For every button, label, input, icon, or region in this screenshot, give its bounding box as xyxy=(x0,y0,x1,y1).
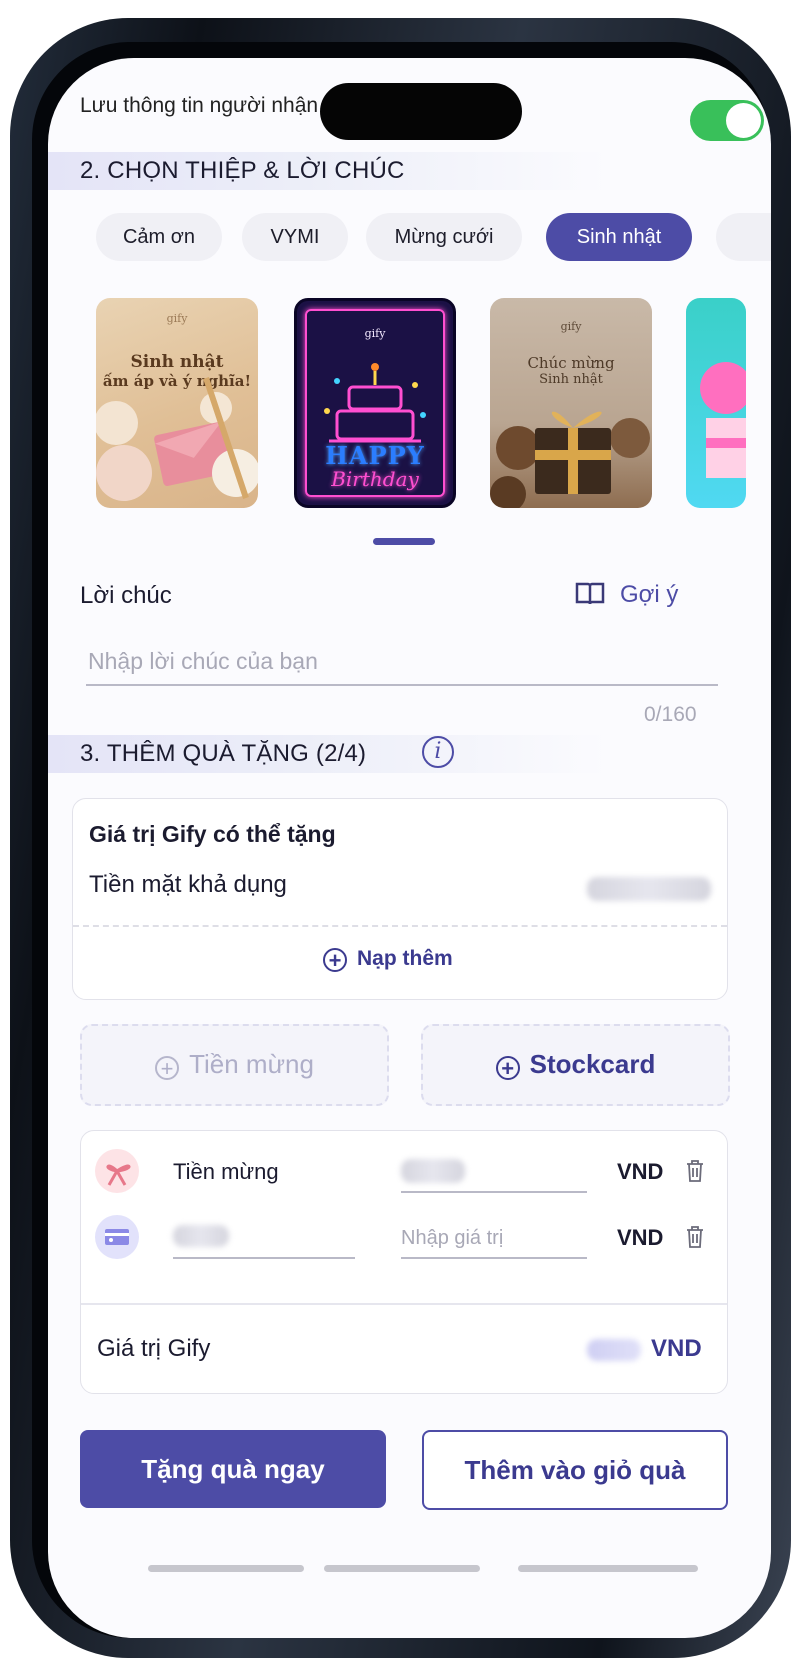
chip-vymi[interactable]: VYMI xyxy=(242,213,348,261)
gify-value-panel: Giá trị Gify có thể tặng Tiền mặt khả dụ… xyxy=(72,798,728,1000)
plus-circle-icon: + xyxy=(323,948,347,972)
chip-sinh-nhat[interactable]: Sinh nhật xyxy=(546,213,692,261)
section-title-gifts-text: 3. THÊM QUÀ TẶNG (2/4) xyxy=(80,740,367,767)
info-icon[interactable]: i xyxy=(422,736,454,768)
gift-row-currency: VND xyxy=(617,1225,664,1250)
phone-frame: Lưu thông tin người nhận 2. CHỌN THIỆP &… xyxy=(10,18,791,1658)
gift-row-name: Tiền mừng xyxy=(173,1159,279,1184)
section-title-card-wish: 2. CHỌN THIỆP & LỜI CHÚC xyxy=(48,152,608,190)
home-indicator-right xyxy=(518,1565,698,1572)
gift-box-decoration xyxy=(490,411,650,508)
home-indicator-left xyxy=(148,1565,304,1572)
add-stockcard-button[interactable]: + Stockcard xyxy=(421,1024,730,1106)
chip-next[interactable] xyxy=(716,213,771,261)
cash-available-label: Tiền mặt khả dụng xyxy=(89,871,287,898)
give-gift-now-button[interactable]: Tặng quà ngay xyxy=(80,1430,386,1508)
trash-icon[interactable] xyxy=(685,1159,705,1188)
section-title-gifts: 3. THÊM QUÀ TẶNG (2/4) i xyxy=(48,735,608,773)
card-partial[interactable] xyxy=(686,298,746,508)
total-label: Giá trị Gify xyxy=(97,1335,211,1362)
gift-bow-icon xyxy=(95,1149,139,1193)
plus-circle-icon: + xyxy=(155,1056,180,1080)
add-tien-mung-label: Tiền mừng xyxy=(189,1049,314,1079)
save-info-label: Lưu thông tin người nhận xyxy=(80,94,319,117)
suggest-button[interactable]: Gợi ý xyxy=(574,580,678,613)
cash-available-value xyxy=(587,877,711,901)
wish-counter: 0/160 xyxy=(644,703,697,726)
card-sinh-nhat-am-ap[interactable]: gify Sinh nhật ấm áp và ý nghĩa! xyxy=(96,298,258,508)
gift-panel-divider xyxy=(81,1303,727,1305)
book-icon xyxy=(574,580,606,613)
add-stockcard-label: Stockcard xyxy=(529,1049,656,1079)
wish-input[interactable]: Nhập lời chúc của bạn xyxy=(88,648,318,675)
card-happy-birthday[interactable]: gify HAPPY Birthday xyxy=(294,298,456,508)
gift-row-value xyxy=(401,1159,465,1183)
card-happy-text: HAPPY xyxy=(325,441,425,470)
home-indicator-middle xyxy=(324,1565,480,1572)
card-brand-label: gify xyxy=(364,327,386,340)
suggest-label: Gợi ý xyxy=(620,581,679,608)
add-tien-mung-button[interactable]: + Tiền mừng xyxy=(80,1024,389,1106)
chip-mung-cuoi[interactable]: Mừng cưới xyxy=(366,213,522,261)
plus-circle-icon: + xyxy=(495,1056,520,1080)
app-screen: Lưu thông tin người nhận 2. CHỌN THIỆP &… xyxy=(48,58,771,1638)
toggle-knob xyxy=(726,103,761,138)
topup-label: Nạp thêm xyxy=(357,947,453,970)
gify-value-title: Giá trị Gify có thể tặng xyxy=(89,821,336,847)
gift-row-currency: VND xyxy=(617,1159,664,1184)
add-to-gift-cart-button[interactable]: Thêm vào giỏ quà xyxy=(422,1430,728,1510)
gift-row-value-underline[interactable] xyxy=(401,1191,587,1193)
gift-items-panel: Tiền mừng VND Nhập giá trị VND Giá trị G… xyxy=(80,1130,728,1394)
card-partial-decoration xyxy=(700,362,746,478)
chip-cam-on[interactable]: Cảm ơn xyxy=(96,213,222,261)
panel-divider xyxy=(73,925,727,927)
carousel-indicator xyxy=(373,538,435,545)
trash-icon[interactable] xyxy=(685,1225,705,1254)
total-currency: VND xyxy=(651,1335,702,1362)
save-info-toggle[interactable] xyxy=(690,100,764,141)
gift-value-underline xyxy=(401,1257,587,1259)
gift-value-input[interactable]: Nhập giá trị xyxy=(401,1227,503,1250)
stock-card-icon xyxy=(95,1215,139,1259)
card-chuc-mung-sinh-nhat[interactable]: gify Chúc mừng Sinh nhật xyxy=(490,298,652,508)
wish-label: Lời chúc xyxy=(80,582,172,609)
stock-name-underline[interactable] xyxy=(173,1257,355,1259)
card-decoration xyxy=(96,377,258,501)
dynamic-island xyxy=(320,83,522,140)
card-birthday-text: Birthday xyxy=(331,467,419,491)
wish-input-underline xyxy=(86,684,718,686)
stock-card-name xyxy=(173,1225,229,1247)
topup-button[interactable]: + Nạp thêm xyxy=(323,947,453,972)
total-value xyxy=(587,1339,641,1361)
